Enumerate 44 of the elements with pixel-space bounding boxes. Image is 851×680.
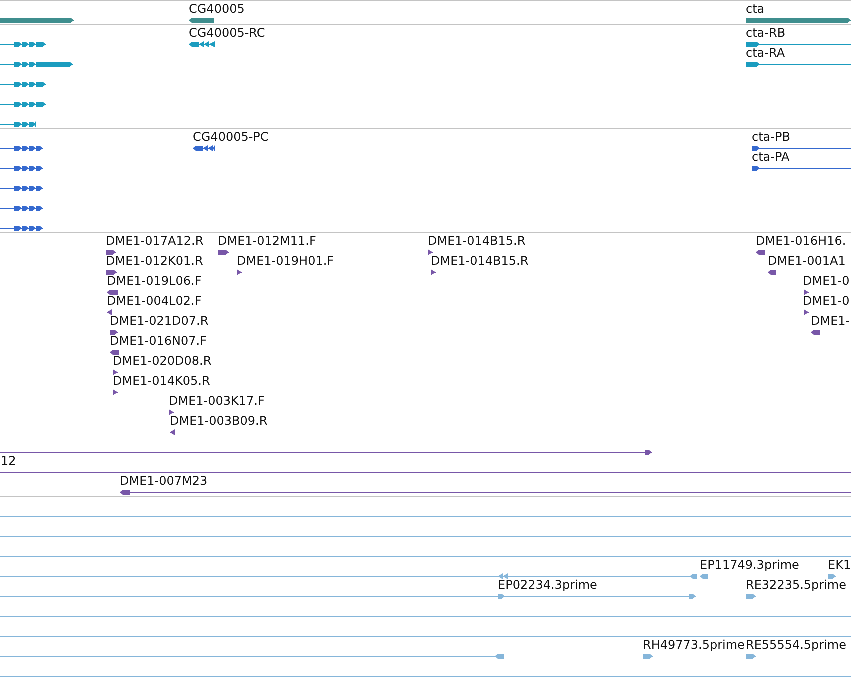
feature-glyph (0, 40, 46, 49)
feature-label: DME1-012M11.F (218, 234, 316, 248)
feature-label: DME1-019L06.F (107, 274, 202, 288)
feature-label: RE55554.5prime (746, 638, 846, 652)
feature-label: DME1-014K05.R (113, 374, 210, 388)
feature-label: RE32235.5prime (746, 578, 846, 592)
feature-label: cta-PA (752, 150, 790, 164)
feature-label: DME1-007M23 (120, 474, 208, 488)
feature-glyph (0, 100, 46, 109)
feature-label: 12 (1, 454, 16, 468)
feature-label: DME1- (811, 314, 850, 328)
feature-label: EP02234.3prime (498, 578, 598, 592)
feature-label: DME1-004L02.F (107, 294, 202, 308)
feature-glyph (0, 184, 43, 193)
feature-label: RH49773.5prime (643, 638, 745, 652)
feature-label: DME1-020D08.R (113, 354, 212, 368)
feature-label: CG40005-RC (189, 26, 266, 40)
feature-label: DME1-014B15.R (428, 234, 526, 248)
feature-glyph (0, 120, 34, 128)
feature-label: DME1-016N07.F (110, 334, 208, 348)
feature-label: DME1-012K01.R (106, 254, 204, 268)
feature-label: cta-RB (746, 26, 786, 40)
feature-glyph (0, 204, 43, 213)
feature-glyph (0, 144, 43, 153)
feature-label: DME1-003B09.R (170, 414, 268, 428)
feature-label: DME1-019H01.F (237, 254, 334, 268)
feature-glyph (0, 80, 46, 89)
feature-glyph (0, 224, 43, 232)
feature-label: DME1-001A1 (768, 254, 846, 268)
feature-label: EP11749.3prime (700, 558, 800, 572)
feature-label: EK1 (828, 558, 851, 572)
feature-label: DME1-003K17.F (169, 394, 265, 408)
feature-label: DME1-0 (803, 274, 850, 288)
feature-label: cta (746, 2, 765, 16)
feature-label: CG40005-PC (193, 130, 269, 144)
feature-label: cta-PB (752, 130, 790, 144)
feature-label: DME1-016H16. (756, 234, 846, 248)
feature-label: DME1-014B15.R (431, 254, 529, 268)
feature-glyph (0, 164, 43, 173)
feature-label: DME1-021D07.R (110, 314, 209, 328)
feature-label: DME1-0 (803, 294, 850, 308)
feature-label: DME1-017A12.R (106, 234, 204, 248)
feature-label: CG40005 (189, 2, 245, 16)
feature-label: cta-RA (746, 46, 786, 60)
